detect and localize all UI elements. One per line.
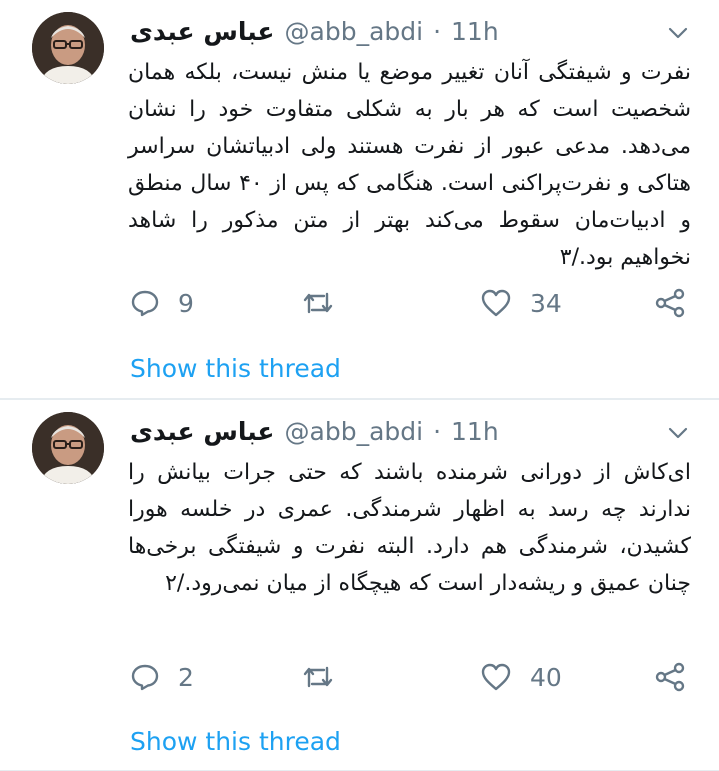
tweet[interactable]: عباس عبدی @abb_abdi · 11h نفرت و شیفتگی … <box>0 0 719 399</box>
heart-icon <box>480 662 512 692</box>
like-count: 40 <box>530 662 562 692</box>
avatar[interactable] <box>32 12 104 84</box>
separator: · <box>433 16 442 46</box>
separator: · <box>433 416 442 446</box>
handle[interactable]: @abb_abdi <box>285 17 424 46</box>
share-icon <box>654 288 686 318</box>
like-button[interactable]: 40 <box>480 662 562 692</box>
share-button[interactable] <box>654 662 686 692</box>
reply-count: 9 <box>178 288 194 318</box>
tweet[interactable]: عباس عبدی @abb_abdi · 11h ای‌کاش از دورا… <box>0 399 719 771</box>
show-thread-link[interactable]: Show this thread <box>130 727 341 756</box>
show-thread-link[interactable]: Show this thread <box>130 354 341 383</box>
tweet-header: عباس عبدی @abb_abdi · 11h <box>130 414 499 448</box>
chevron-down-icon[interactable] <box>667 22 689 44</box>
tweet-actions: 9 34 <box>130 286 690 320</box>
avatar-portrait-icon <box>32 12 104 84</box>
reply-icon <box>130 662 160 692</box>
share-icon <box>654 662 686 692</box>
avatar[interactable] <box>32 412 104 484</box>
reply-button[interactable]: 9 <box>130 288 194 318</box>
tweet-text: ای‌کاش از دورانی شرمنده باشند که حتی جرا… <box>128 460 691 596</box>
avatar-portrait-icon <box>32 412 104 484</box>
reply-count: 2 <box>178 662 194 692</box>
reply-icon <box>130 288 160 318</box>
chevron-down-icon[interactable] <box>667 422 689 444</box>
reply-button[interactable]: 2 <box>130 662 194 692</box>
timestamp[interactable]: 11h <box>451 417 499 446</box>
retweet-button[interactable] <box>300 662 336 692</box>
retweet-icon <box>300 662 336 692</box>
tweet-actions: 2 40 <box>130 660 690 694</box>
share-button[interactable] <box>654 288 686 318</box>
tweet-text: نفرت و شیفتگی آنان تغییر موضع یا منش نیس… <box>128 60 691 270</box>
retweet-button[interactable] <box>300 288 336 318</box>
like-count: 34 <box>530 288 562 318</box>
handle[interactable]: @abb_abdi <box>285 417 424 446</box>
timestamp[interactable]: 11h <box>451 17 499 46</box>
like-button[interactable]: 34 <box>480 288 562 318</box>
tweet-header: عباس عبدی @abb_abdi · 11h <box>130 14 499 48</box>
retweet-icon <box>300 288 336 318</box>
display-name[interactable]: عباس عبدی <box>130 17 275 46</box>
heart-icon <box>480 288 512 318</box>
display-name[interactable]: عباس عبدی <box>130 417 275 446</box>
